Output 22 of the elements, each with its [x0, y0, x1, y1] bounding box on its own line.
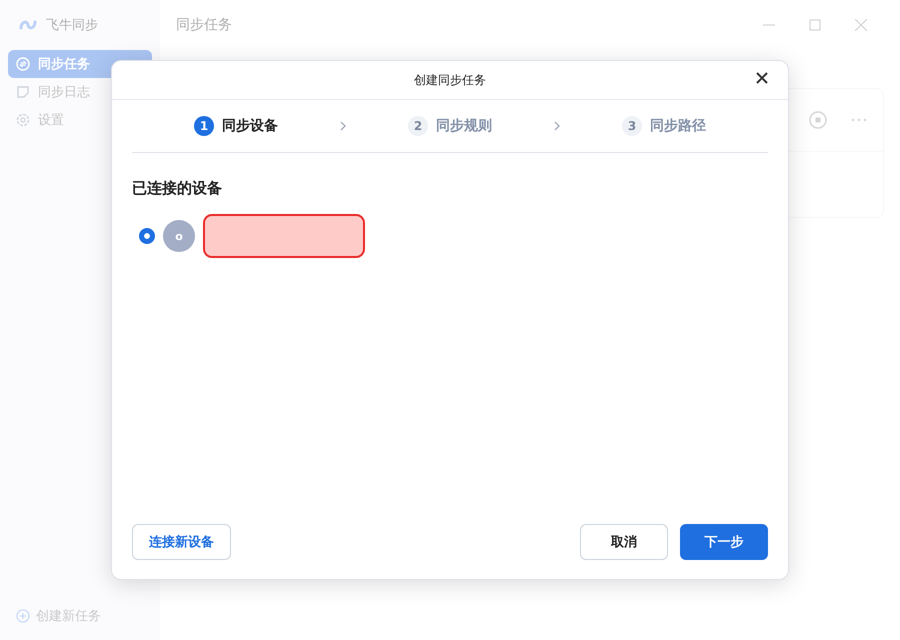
radio-button[interactable]: [139, 228, 155, 244]
sync-icon: [16, 57, 30, 71]
close-icon[interactable]: [756, 72, 768, 84]
app-name: 飞牛同步: [46, 17, 98, 34]
maximize-icon[interactable]: [809, 19, 821, 31]
more-icon[interactable]: [851, 118, 867, 122]
device-avatar: o: [163, 220, 195, 252]
cancel-button[interactable]: 取消: [580, 524, 668, 560]
step-tab[interactable]: 3 同步路径: [560, 116, 768, 136]
settings-icon: [16, 113, 30, 127]
chevron-right-icon: [554, 121, 560, 131]
step-tab[interactable]: 2 同步规则: [346, 116, 554, 136]
page-title: 同步任务: [176, 16, 233, 34]
connect-device-button[interactable]: 连接新设备: [132, 524, 231, 560]
section-title: 已连接的设备: [132, 179, 223, 198]
dialog-title: 创建同步任务: [414, 72, 486, 88]
sidebar-item[interactable]: 同步日志: [8, 78, 152, 106]
stop-icon[interactable]: [809, 111, 827, 129]
note-icon: [16, 85, 30, 99]
next-button[interactable]: 下一步: [680, 524, 768, 560]
plus-circle-icon: [16, 609, 30, 623]
chevron-right-icon: [340, 121, 346, 131]
